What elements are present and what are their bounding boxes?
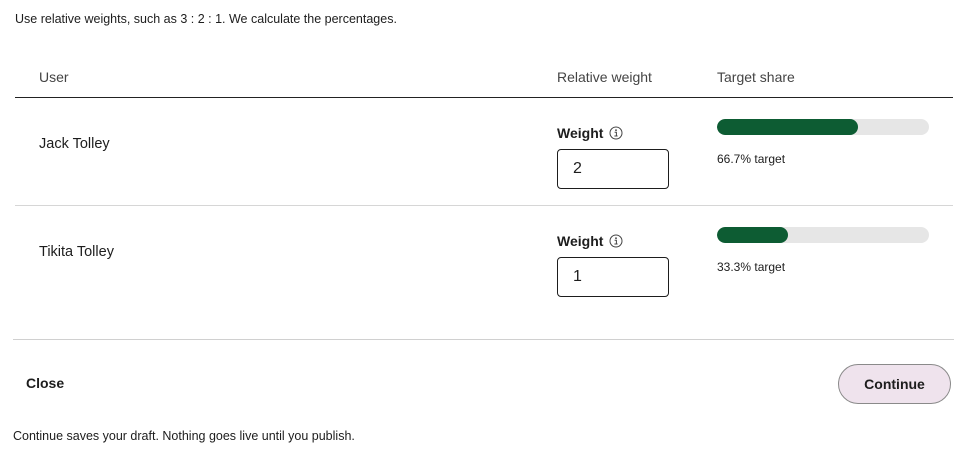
weight-label-text: Weight <box>557 233 604 249</box>
target-share-bar <box>717 119 929 135</box>
header-user: User <box>39 69 69 85</box>
weights-table: User Relative weight Target share Jack T… <box>15 56 953 314</box>
target-share-bar <box>717 227 929 243</box>
table-row: Tikita Tolley Weight 33.3% target <box>15 206 953 314</box>
footer-note: Continue saves your draft. Nothing goes … <box>13 429 355 443</box>
info-icon[interactable] <box>609 234 623 248</box>
target-share-text: 33.3% target <box>717 260 786 274</box>
header-relative-weight: Relative weight <box>557 69 652 85</box>
target-share-bar-fill <box>717 119 859 135</box>
weight-input[interactable] <box>557 257 669 297</box>
footer-divider <box>13 339 954 340</box>
weight-label: Weight <box>557 233 623 249</box>
intro-text: Use relative weights, such as 3 : 2 : 1.… <box>15 12 397 26</box>
info-icon[interactable] <box>609 126 623 140</box>
target-share-bar-fill <box>717 227 788 243</box>
user-name: Jack Tolley <box>39 136 110 152</box>
header-target-share: Target share <box>717 69 795 85</box>
weight-label-text: Weight <box>557 125 604 141</box>
weight-label: Weight <box>557 125 623 141</box>
close-button[interactable]: Close <box>26 375 64 391</box>
table-header: User Relative weight Target share <box>15 56 953 98</box>
weight-input[interactable] <box>557 149 669 189</box>
target-share-text: 66.7% target <box>717 152 786 166</box>
continue-button[interactable]: Continue <box>838 364 951 404</box>
user-name: Tikita Tolley <box>39 244 114 260</box>
table-row: Jack Tolley Weight 66.7% target <box>15 98 953 206</box>
